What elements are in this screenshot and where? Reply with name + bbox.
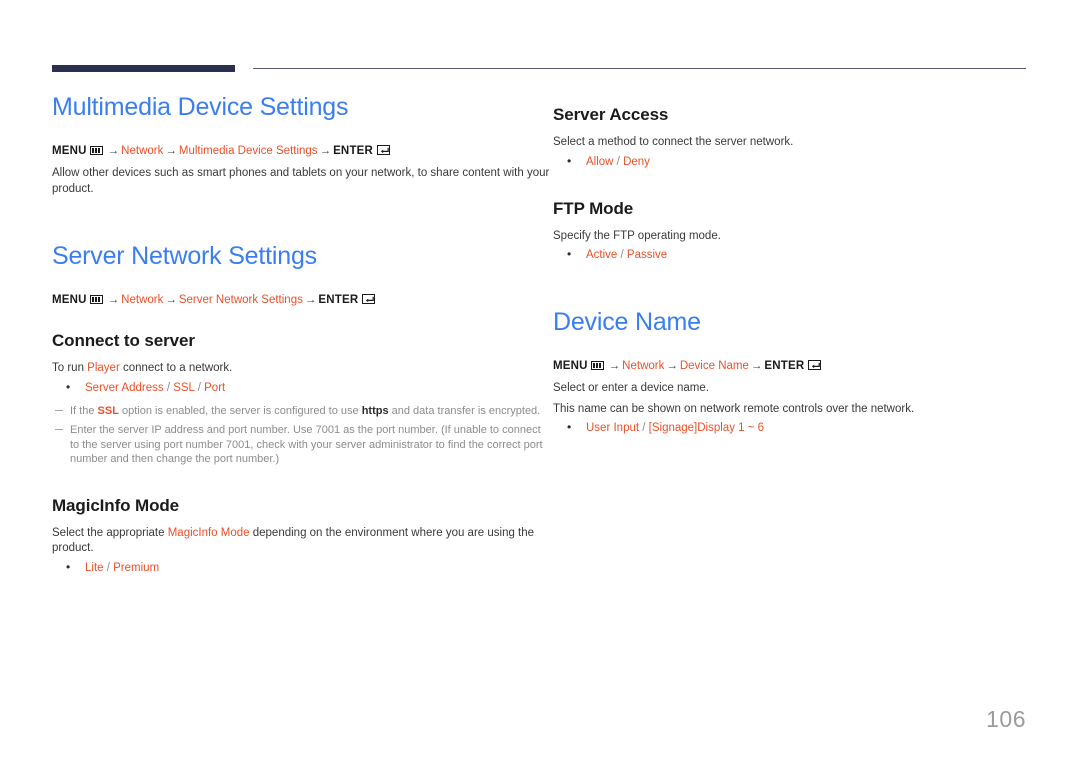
list-item: Allow / Deny	[553, 153, 1033, 170]
option-list-device-name: User Input / [Signage]Display 1 ~ 6	[553, 419, 1033, 436]
connect-to-server-description: To run Player connect to a network.	[52, 361, 552, 377]
arrow-icon: →	[165, 145, 177, 157]
right-column: Server Access Select a method to connect…	[553, 92, 1033, 436]
section-heading-server-access: Server Access	[553, 105, 669, 124]
ftp-mode-description: Specify the FTP operating mode.	[553, 229, 721, 242]
enter-label: ENTER	[318, 294, 359, 306]
page-title-multimedia-device-settings: Multimedia Device Settings	[52, 93, 349, 121]
list-item: Server Address / SSL / Port	[52, 379, 552, 396]
menu-path-item-server-network-settings: Server Network Settings	[178, 294, 303, 306]
arrow-icon: →	[165, 294, 177, 306]
arrow-icon: →	[608, 360, 621, 372]
text-fragment: To run	[52, 362, 88, 374]
menu-label: MENU	[52, 294, 87, 306]
multimedia-description: Allow other devices such as smart phones…	[52, 167, 550, 195]
option-signage-display: [Signage]Display 1 ~ 6	[648, 422, 765, 434]
text-fragment: If the	[70, 404, 98, 417]
device-name-description-1: Select or enter a device name.	[553, 382, 709, 394]
option-list-ftp-mode: Active / Passive	[553, 246, 1033, 263]
menu-path-server-network: MENU → Network → Server Network Settings → ENT…	[52, 293, 552, 308]
option-active: Active	[586, 249, 618, 261]
document-page: Multimedia Device Settings MENU → Network →…	[0, 0, 1080, 763]
menu-path-device-name: MENU → Network → Device Name → ENTER	[553, 359, 1033, 374]
list-item: Lite / Premium	[52, 559, 552, 576]
menu-path-item-network: Network	[121, 294, 164, 306]
note-list-connect-to-server: If the SSL option is enabled, the server…	[52, 404, 552, 467]
section-heading-connect-to-server: Connect to server	[52, 331, 195, 350]
note-item-port: Enter the server IP address and port num…	[52, 423, 552, 467]
section-heading-ftp-mode: FTP Mode	[553, 198, 634, 218]
list-item: User Input / [Signage]Display 1 ~ 6	[553, 419, 1033, 436]
list-item: Active / Passive	[553, 246, 1033, 263]
menu-path-item-network: Network	[121, 145, 164, 157]
arrow-icon: →	[319, 145, 332, 157]
option-ssl: SSL	[173, 381, 195, 394]
menu-label: MENU	[553, 360, 588, 372]
option-lite: Lite	[85, 561, 104, 574]
text-fragment: and data transfer is encrypted.	[388, 404, 541, 417]
arrow-icon: →	[107, 294, 120, 306]
enter-key-icon	[362, 294, 376, 304]
option-passive: Passive	[626, 249, 668, 261]
option-list-connect-to-server: Server Address / SSL / Port	[52, 379, 552, 396]
left-column: Multimedia Device Settings MENU → Network →…	[52, 92, 552, 576]
highlight-player: Player	[87, 362, 120, 374]
option-deny: Deny	[623, 155, 650, 168]
page-title-device-name: Device Name	[553, 308, 701, 336]
enter-label: ENTER	[333, 145, 374, 157]
arrow-icon: →	[107, 145, 120, 157]
option-list-magicinfo-mode: Lite / Premium	[52, 559, 552, 576]
magicinfo-mode-description: Select the appropriate MagicInfo Mode de…	[52, 526, 552, 557]
highlight-magicinfo-mode: MagicInfo Mode	[167, 526, 250, 539]
menu-path-multimedia: MENU → Network → Multimedia Device Settings →…	[52, 144, 552, 159]
section-heading-magicinfo-mode: MagicInfo Mode	[52, 495, 180, 515]
option-list-server-access: Allow / Deny	[553, 153, 1033, 170]
arrow-icon: →	[666, 360, 678, 372]
menu-path-item-device-name: Device Name	[679, 360, 749, 372]
menu-icon	[590, 361, 604, 370]
menu-label: MENU	[52, 145, 87, 157]
option-user-input: User Input	[586, 422, 640, 434]
note-item-ssl: If the SSL option is enabled, the server…	[52, 404, 552, 419]
arrow-icon: →	[750, 360, 763, 372]
text-fragment: option is enabled, the server is configu…	[118, 404, 362, 417]
header-rule-thick	[52, 65, 235, 72]
header-rule-thin	[253, 68, 1026, 69]
text-fragment: Select the appropriate	[52, 526, 168, 539]
option-port: Port	[204, 381, 226, 394]
enter-key-icon	[377, 145, 391, 155]
menu-path-item-network: Network	[622, 360, 665, 372]
highlight-ssl: SSL	[97, 404, 119, 417]
bold-https: https	[361, 404, 389, 417]
arrow-icon: →	[304, 294, 317, 306]
enter-label: ENTER	[764, 360, 805, 372]
text-fragment: connect to a network.	[119, 362, 233, 374]
enter-key-icon	[808, 360, 822, 370]
option-allow: Allow	[586, 155, 614, 168]
menu-path-item-multimedia-device-settings: Multimedia Device Settings	[178, 145, 318, 157]
option-server-address: Server Address	[85, 381, 164, 394]
header-rule	[52, 62, 1026, 74]
server-access-description: Select a method to connect the server ne…	[553, 136, 794, 148]
device-name-description-2: This name can be shown on network remote…	[553, 402, 915, 415]
page-number: 106	[986, 706, 1026, 732]
option-premium: Premium	[113, 561, 160, 574]
menu-icon	[89, 146, 103, 155]
menu-icon	[89, 295, 103, 304]
page-title-server-network-settings: Server Network Settings	[52, 242, 317, 270]
